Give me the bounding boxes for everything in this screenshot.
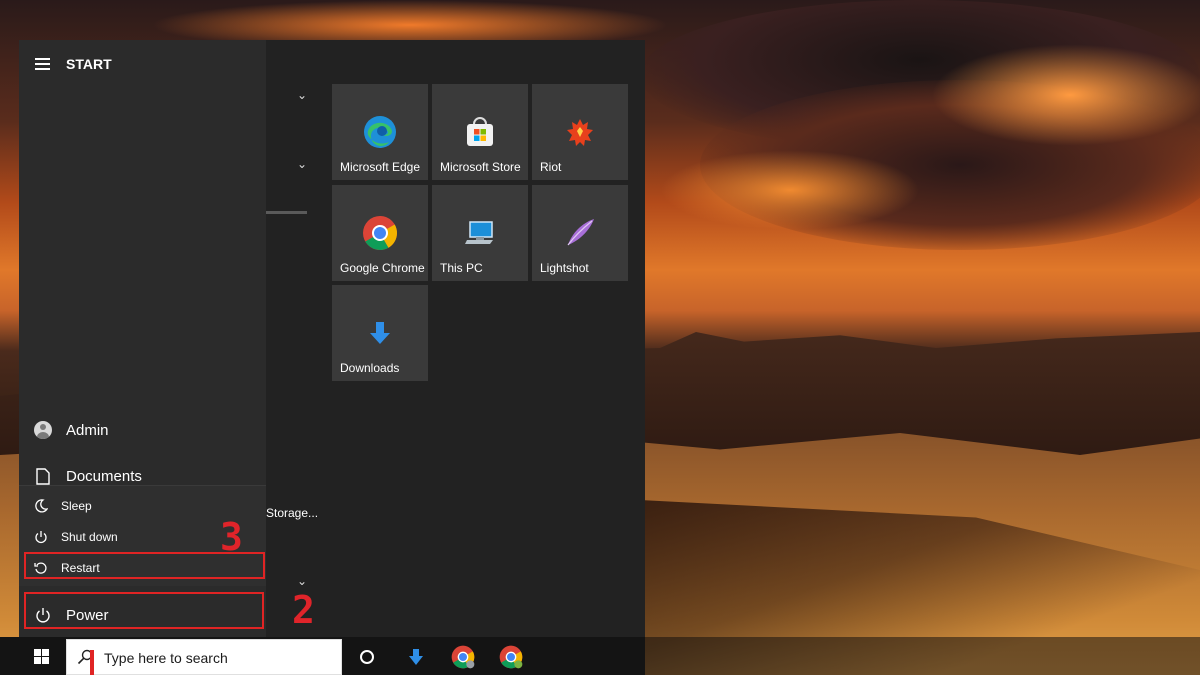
store-icon bbox=[462, 114, 498, 150]
user-name: Admin bbox=[66, 421, 109, 439]
step-number-2: 2 bbox=[292, 588, 315, 632]
riot-icon bbox=[562, 114, 598, 150]
tile-downloads[interactable]: Downloads bbox=[332, 285, 428, 381]
power-highlight-box bbox=[24, 592, 264, 629]
lightshot-icon bbox=[562, 215, 598, 251]
hamburger-menu-icon[interactable] bbox=[35, 58, 50, 70]
app-list-scrollbar[interactable] bbox=[266, 211, 307, 214]
tile-label: Microsoft Store bbox=[440, 160, 521, 174]
search-placeholder: Type here to search bbox=[104, 650, 228, 666]
user-account-item[interactable]: Admin bbox=[19, 412, 266, 448]
start-button[interactable] bbox=[18, 639, 64, 673]
cortana-icon[interactable] bbox=[355, 645, 379, 669]
tile-riot[interactable]: Riot bbox=[532, 84, 628, 180]
downloads-icon bbox=[362, 315, 398, 351]
taskbar-search-box[interactable]: Type here to search bbox=[66, 639, 342, 675]
tile-label: This PC bbox=[440, 261, 483, 275]
tile-label: Google Chrome bbox=[340, 261, 425, 275]
tile-label: Microsoft Edge bbox=[340, 160, 421, 174]
downloads-arrow-icon[interactable] bbox=[404, 645, 428, 669]
chrome-icon bbox=[362, 215, 398, 251]
document-icon bbox=[34, 467, 52, 485]
chrome-profile-icon[interactable] bbox=[499, 645, 523, 669]
taskbar: Type here to search bbox=[0, 637, 1200, 675]
start-menu: START Admin Documents Sleep Shut down Re… bbox=[19, 40, 645, 637]
windows-logo-icon bbox=[33, 648, 49, 664]
tile-this-pc[interactable]: This PC bbox=[432, 185, 528, 281]
moon-icon bbox=[33, 498, 49, 514]
cloud bbox=[920, 40, 1200, 150]
app-list-item-storage[interactable]: Storage... bbox=[266, 506, 318, 520]
tile-microsoft-edge[interactable]: Microsoft Edge bbox=[332, 84, 428, 180]
tile-lightshot[interactable]: Lightshot bbox=[532, 185, 628, 281]
tile-microsoft-store[interactable]: Microsoft Store bbox=[432, 84, 528, 180]
power-icon bbox=[33, 529, 49, 545]
tile-label: Riot bbox=[540, 160, 562, 174]
start-title: START bbox=[66, 56, 112, 72]
taskbar-left-area: Type here to search bbox=[0, 637, 645, 675]
cloud bbox=[660, 150, 920, 230]
chrome-icon[interactable] bbox=[451, 645, 475, 669]
chevron-down-icon[interactable]: ⌄ bbox=[297, 574, 307, 588]
sleep-label: Sleep bbox=[61, 499, 92, 513]
chevron-down-icon[interactable]: ⌄ bbox=[297, 157, 307, 171]
user-avatar-icon bbox=[34, 421, 52, 439]
tile-label: Lightshot bbox=[540, 261, 589, 275]
tile-label: Downloads bbox=[340, 361, 400, 375]
chevron-down-icon[interactable]: ⌄ bbox=[297, 88, 307, 102]
step-marker-1 bbox=[90, 650, 94, 675]
step-number-3: 3 bbox=[220, 515, 243, 559]
shutdown-label: Shut down bbox=[61, 530, 118, 544]
tile-google-chrome[interactable]: Google Chrome bbox=[332, 185, 428, 281]
this-pc-icon bbox=[462, 215, 498, 251]
documents-label: Documents bbox=[66, 467, 142, 485]
edge-icon bbox=[362, 114, 398, 150]
